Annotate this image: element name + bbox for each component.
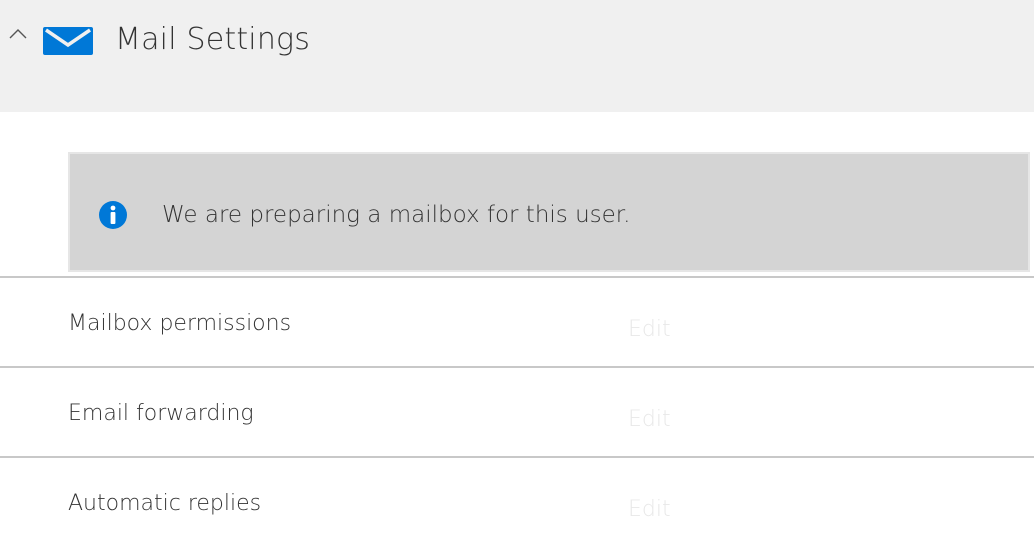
mail-settings-header: Mail Settings	[0, 0, 1034, 112]
chevron-up-icon	[9, 29, 27, 39]
notice-message: We are preparing a mailbox for this user…	[162, 202, 631, 228]
envelope-icon	[43, 27, 93, 55]
setting-row-automatic-replies: Automatic replies Edit	[0, 456, 1034, 546]
setting-label: Automatic replies	[68, 491, 262, 516]
section-title: Mail Settings	[115, 22, 311, 57]
setting-label: Email forwarding	[68, 401, 254, 426]
setting-label: Mailbox permissions	[68, 311, 292, 336]
setting-row-mailbox-permissions: Mailbox permissions Edit	[0, 276, 1034, 366]
mailbox-notice-banner: We are preparing a mailbox for this user…	[68, 152, 1030, 272]
collapse-section-button[interactable]	[2, 20, 34, 48]
mail-settings-list: Mailbox permissions Edit Email forwardin…	[0, 276, 1034, 546]
edit-email-forwarding-link[interactable]: Edit	[628, 404, 671, 436]
setting-row-email-forwarding: Email forwarding Edit	[0, 366, 1034, 456]
info-icon	[99, 201, 127, 229]
edit-mailbox-permissions-link[interactable]: Edit	[628, 314, 671, 346]
edit-automatic-replies-link[interactable]: Edit	[628, 494, 671, 526]
